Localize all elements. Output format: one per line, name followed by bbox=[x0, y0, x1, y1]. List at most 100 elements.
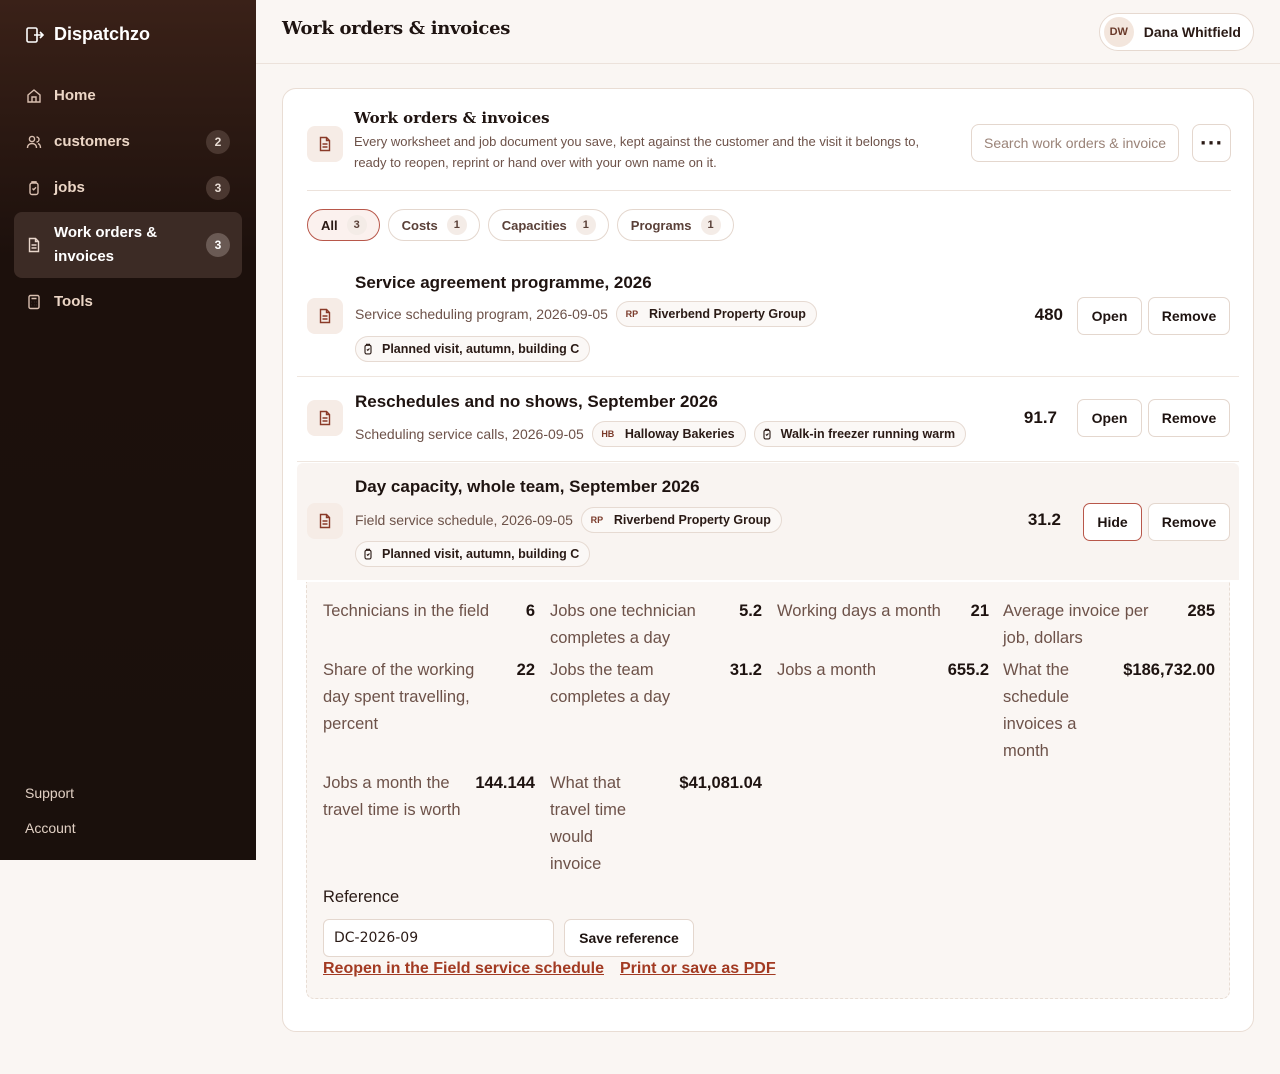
logout-door-icon bbox=[26, 26, 45, 43]
filter-costs[interactable]: Costs 1 bbox=[387, 209, 480, 241]
support-link[interactable]: Support bbox=[25, 782, 76, 817]
document-tile bbox=[307, 298, 343, 334]
metric-label: Jobs a month the travel time is worth bbox=[323, 774, 461, 819]
filter-label: Programs bbox=[630, 217, 692, 233]
open-button[interactable]: Open bbox=[1077, 297, 1142, 335]
customer-name: Halloway Bakeries bbox=[624, 427, 735, 441]
filter-tabs: All 3 Costs 1 Capacities 1 Programs 1 bbox=[307, 209, 734, 241]
filter-programs[interactable]: Programs 1 bbox=[616, 209, 734, 241]
row-subtitle: Field service schedule, 2026-09-05 bbox=[355, 512, 573, 528]
metric-value: 5.2 bbox=[739, 602, 762, 620]
customer-name: Riverbend Property Group bbox=[648, 307, 806, 321]
metric-label: Working days a month bbox=[777, 602, 941, 620]
metric-value: 22 bbox=[516, 661, 535, 679]
row-title: Day capacity, whole team, September 2026 bbox=[355, 477, 700, 496]
count-badge: 2 bbox=[206, 130, 230, 154]
clipboard-icon bbox=[364, 548, 372, 560]
filter-label: Capacities bbox=[501, 217, 567, 233]
customer-chip[interactable]: HB Halloway Bakeries bbox=[591, 421, 746, 447]
metric-value: 285 bbox=[1187, 602, 1215, 620]
list-item[interactable]: Reschedules and no shows, September 2026… bbox=[297, 377, 1239, 462]
print-pdf-link[interactable]: Print or save as PDF bbox=[620, 960, 776, 978]
metric-value: 6 bbox=[525, 602, 535, 620]
customer-initials: RP bbox=[625, 309, 639, 319]
hide-button[interactable]: Hide bbox=[1083, 503, 1142, 541]
list-item-expanded[interactable]: Day capacity, whole team, September 2026… bbox=[297, 463, 1239, 580]
document-tile bbox=[307, 400, 343, 436]
filter-label: Costs bbox=[401, 217, 438, 233]
reopen-link[interactable]: Reopen in the Field service schedule bbox=[323, 960, 604, 978]
row-meta: Field service schedule, 2026-09-05 RP Ri… bbox=[355, 507, 782, 533]
customer-name: Riverbend Property Group bbox=[613, 513, 771, 527]
job-name: Walk-in freezer running warm bbox=[780, 427, 956, 441]
remove-button[interactable]: Remove bbox=[1148, 399, 1230, 437]
metric-value: 655.2 bbox=[947, 661, 989, 679]
open-button[interactable]: Open bbox=[1077, 399, 1142, 437]
customer-initials: HB bbox=[601, 429, 615, 439]
search-input[interactable] bbox=[971, 124, 1179, 162]
brand-name: Dispatchzo bbox=[54, 24, 151, 44]
metric-value: 21 bbox=[970, 602, 989, 620]
job-chip[interactable]: Planned visit, autumn, building C bbox=[355, 336, 591, 362]
users-icon bbox=[26, 135, 42, 149]
sidebar-item-work-orders[interactable]: Work orders & invoices 3 bbox=[14, 212, 242, 278]
detail-links: Reopen in the Field service schedule Pri… bbox=[323, 960, 776, 978]
sidebar-item-home[interactable]: Home bbox=[14, 74, 242, 118]
card-description: Every worksheet and job document you sav… bbox=[354, 134, 920, 170]
card-title: Work orders & invoices bbox=[354, 109, 550, 127]
sidebar-item-tools[interactable]: Tools bbox=[14, 280, 242, 324]
sidebar-item-label: jobs bbox=[54, 179, 85, 196]
sidebar-item-label: Tools bbox=[54, 293, 93, 310]
customer-chip[interactable]: RP Riverbend Property Group bbox=[580, 507, 782, 533]
filter-count: 1 bbox=[700, 215, 721, 235]
customer-chip[interactable]: RP Riverbend Property Group bbox=[615, 301, 817, 327]
calculator-icon bbox=[28, 294, 40, 310]
count-badge: 3 bbox=[206, 176, 230, 200]
filter-count: 3 bbox=[346, 215, 367, 235]
row-subtitle: Scheduling service calls, 2026-09-05 bbox=[355, 426, 584, 442]
customer-initials: RP bbox=[590, 515, 604, 525]
metric-label: Jobs a month bbox=[777, 661, 877, 679]
job-chip[interactable]: Walk-in freezer running warm bbox=[753, 421, 967, 447]
list-item[interactable]: Service agreement programme, 2026 Servic… bbox=[297, 261, 1239, 377]
sidebar-item-label: Home bbox=[54, 87, 96, 104]
metric-label: Technicians in the field bbox=[323, 602, 490, 620]
job-name: Planned visit, autumn, building C bbox=[382, 547, 580, 561]
row-title: Reschedules and no shows, September 2026 bbox=[355, 392, 718, 411]
document-icon bbox=[319, 308, 331, 324]
topbar: Work orders & invoices DW Dana Whitfield bbox=[256, 0, 1280, 64]
filter-count: 1 bbox=[446, 215, 467, 235]
document-icon bbox=[319, 136, 331, 152]
metric-value: 144.144 bbox=[475, 774, 535, 792]
sidebar-footer: Support Account bbox=[25, 782, 76, 852]
sidebar-item-label: Work orders & invoices bbox=[54, 224, 158, 265]
filter-label: All bbox=[321, 217, 338, 233]
metric-label: What the schedule invoices a month bbox=[1003, 661, 1077, 760]
account-link[interactable]: Account bbox=[25, 817, 76, 852]
user-name: Dana Whitfield bbox=[1143, 24, 1241, 40]
reference-input[interactable] bbox=[323, 919, 554, 957]
save-reference-button[interactable]: Save reference bbox=[564, 919, 694, 957]
row-meta: Service scheduling program, 2026-09-05 R… bbox=[355, 301, 817, 327]
home-icon bbox=[27, 89, 41, 103]
sidebar-item-customers[interactable]: customers 2 bbox=[14, 120, 242, 164]
document-icon bbox=[319, 410, 331, 426]
metric-label: Jobs one technician completes a day bbox=[550, 602, 696, 647]
sidebar-item-jobs[interactable]: jobs 3 bbox=[14, 166, 242, 210]
remove-button[interactable]: Remove bbox=[1148, 503, 1230, 541]
remove-button[interactable]: Remove bbox=[1148, 297, 1230, 335]
job-name: Planned visit, autumn, building C bbox=[382, 342, 580, 356]
sidebar: Dispatchzo Home customers 2 jobs 3 Work … bbox=[0, 0, 256, 860]
metric-label: Average invoice per job, dollars bbox=[1003, 602, 1149, 647]
job-chip[interactable]: Planned visit, autumn, building C bbox=[355, 541, 591, 567]
row-value: 91.7 bbox=[1023, 408, 1057, 427]
clipboard-icon bbox=[364, 343, 372, 355]
filter-all[interactable]: All 3 bbox=[307, 209, 380, 241]
document-icon bbox=[319, 513, 331, 529]
user-menu[interactable]: DW Dana Whitfield bbox=[1098, 13, 1254, 51]
row-tags: Planned visit, autumn, building C bbox=[355, 541, 591, 567]
filter-capacities[interactable]: Capacities 1 bbox=[487, 209, 609, 241]
metric-label: What that travel time would invoice bbox=[550, 774, 627, 873]
more-options-button[interactable]: ··· bbox=[1192, 124, 1231, 162]
brand[interactable]: Dispatchzo bbox=[25, 24, 150, 45]
